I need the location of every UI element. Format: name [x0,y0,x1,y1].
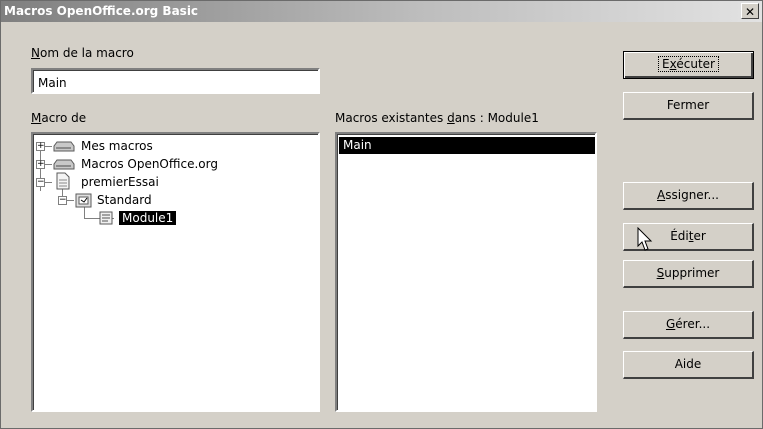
expand-icon[interactable]: + [36,142,45,151]
assign-button[interactable]: Assigner... [623,182,754,210]
title-bar[interactable]: Macros OpenOffice.org Basic ✕ [1,1,762,22]
close-icon[interactable]: ✕ [741,3,759,19]
tree-item-premier-essai[interactable]: premierEssai [81,173,159,191]
module-icon [99,211,113,225]
existing-macros-label: Macros existantes dans : Module1 [335,111,539,125]
macro-name-input[interactable]: Main [31,68,320,94]
expand-icon[interactable]: + [36,160,45,169]
tree-item-macros-openoffice[interactable]: Macros OpenOffice.org [81,155,218,173]
collapse-icon[interactable]: − [58,196,67,205]
close-button[interactable]: Fermer [623,92,754,120]
delete-button[interactable]: Supprimer [623,260,754,288]
library-icon [75,193,92,208]
macro-dialog: Macros OpenOffice.org Basic ✕ Nom de la … [0,0,763,429]
drive-icon [53,159,75,170]
manage-button[interactable]: Gérer... [623,311,754,339]
macro-list-item-main[interactable]: Main [339,137,595,154]
mouse-cursor-icon [637,227,653,251]
library-tree[interactable]: + Mes macros + Macros OpenOffice.org − p… [31,132,320,412]
drive-icon [53,141,75,152]
collapse-icon[interactable]: − [36,178,45,187]
tree-item-module1[interactable]: Module1 [119,209,177,227]
execute-button[interactable]: Exécuter [623,51,754,79]
tree-item-standard[interactable]: Standard [97,191,152,209]
macros-list[interactable]: Main [335,132,597,412]
tree-item-mes-macros[interactable]: Mes macros [81,137,153,155]
window-title: Macros OpenOffice.org Basic [4,4,199,18]
macro-name-label: Nom de la macro [31,46,134,60]
help-button[interactable]: Aide [623,351,754,379]
macro-from-label: Macro de [31,111,87,125]
document-icon [56,172,70,190]
